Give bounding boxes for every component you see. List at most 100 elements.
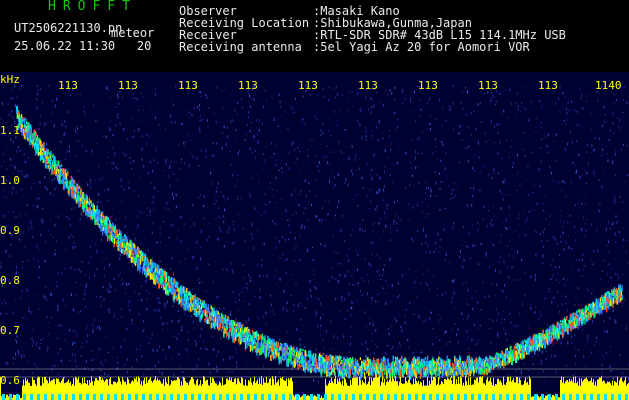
- noise-speckle: [35, 342, 37, 346]
- noise-speckle: [336, 120, 338, 122]
- noise-speckle: [180, 240, 182, 243]
- noise-speckle: [409, 162, 411, 164]
- noise-speckle: [389, 130, 390, 132]
- noise-speckle: [163, 220, 164, 223]
- noise-speckle: [571, 149, 573, 151]
- noise-speckle: [36, 244, 38, 248]
- noise-speckle: [36, 98, 38, 101]
- noise-speckle: [395, 111, 397, 114]
- trail-pixel: [149, 272, 151, 280]
- noise-speckle: [149, 209, 151, 213]
- noise-speckle: [370, 174, 372, 177]
- trail-pixel: [343, 356, 345, 363]
- noise-speckle: [146, 215, 148, 217]
- noise-speckle: [442, 138, 444, 140]
- noise-speckle: [433, 250, 435, 253]
- noise-speckle: [566, 108, 567, 111]
- noise-speckle: [89, 245, 91, 248]
- noise-speckle: [210, 183, 212, 185]
- noise-speckle: [420, 282, 422, 284]
- noise-speckle: [397, 217, 399, 219]
- noise-speckle: [584, 222, 586, 225]
- noise-speckle: [115, 166, 117, 170]
- noise-speckle: [508, 276, 510, 279]
- noise-speckle: [183, 145, 185, 148]
- noise-speckle: [491, 224, 493, 227]
- noise-speckle: [467, 303, 468, 305]
- noise-speckle: [36, 106, 38, 110]
- noise-speckle: [461, 139, 463, 141]
- noise-speckle: [414, 120, 416, 123]
- noise-speckle: [576, 258, 578, 261]
- noise-speckle: [240, 197, 242, 200]
- noise-speckle: [514, 102, 516, 105]
- noise-speckle: [474, 244, 476, 247]
- noise-speckle: [427, 244, 429, 248]
- noise-speckle: [289, 104, 291, 108]
- noise-speckle: [15, 339, 17, 341]
- noise-speckle: [10, 164, 12, 166]
- noise-speckle: [580, 124, 582, 126]
- noise-speckle: [382, 103, 384, 107]
- noise-speckle: [174, 161, 176, 163]
- trail-pixel: [30, 135, 32, 143]
- noise-speckle: [174, 85, 176, 88]
- noise-speckle: [80, 126, 82, 129]
- noise-speckle: [183, 141, 185, 145]
- noise-speckle: [385, 89, 387, 91]
- noise-speckle: [476, 290, 477, 292]
- noise-speckle: [166, 322, 168, 324]
- noise-speckle: [132, 264, 134, 267]
- trail-pixel: [340, 365, 342, 371]
- noise-speckle: [175, 193, 177, 197]
- noise-speckle: [372, 321, 374, 324]
- noise-speckle: [31, 345, 33, 347]
- noise-speckle: [535, 131, 537, 133]
- noise-speckle: [302, 95, 304, 98]
- noise-speckle: [181, 122, 183, 126]
- noise-speckle: [365, 96, 367, 99]
- noise-speckle: [24, 246, 26, 248]
- noise-speckle: [590, 351, 592, 354]
- noise-speckle: [352, 229, 354, 231]
- noise-speckle: [295, 199, 297, 201]
- noise-speckle: [14, 148, 15, 150]
- noise-speckle: [132, 233, 134, 236]
- trail-pixel: [298, 364, 301, 368]
- noise-speckle: [80, 261, 82, 263]
- noise-speckle: [65, 248, 67, 251]
- noise-speckle: [21, 173, 23, 176]
- noise-speckle: [491, 219, 493, 222]
- noise-speckle: [370, 352, 371, 355]
- noise-speckle: [417, 229, 419, 232]
- noise-speckle: [386, 207, 388, 210]
- trail-pixel: [91, 215, 93, 220]
- noise-speckle: [449, 261, 451, 263]
- noise-speckle: [401, 102, 403, 105]
- noise-speckle: [189, 139, 191, 141]
- noise-speckle: [125, 154, 127, 157]
- noise-speckle: [528, 276, 530, 278]
- trail-pixel: [221, 312, 223, 319]
- noise-speckle: [276, 327, 278, 329]
- noise-speckle: [368, 108, 370, 111]
- noise-speckle: [608, 251, 610, 253]
- noise-speckle: [252, 260, 254, 262]
- noise-speckle: [30, 311, 32, 314]
- noise-speckle: [248, 111, 250, 114]
- noise-speckle: [359, 107, 361, 110]
- noise-speckle: [196, 157, 198, 160]
- noise-speckle: [623, 238, 625, 242]
- noise-speckle: [47, 333, 49, 337]
- trail-pixel: [336, 355, 338, 359]
- noise-speckle: [466, 203, 468, 207]
- noise-speckle: [248, 318, 250, 321]
- noise-speckle: [453, 291, 455, 295]
- noise-speckle: [329, 210, 331, 212]
- noise-speckle: [408, 267, 410, 271]
- noise-speckle: [337, 336, 338, 339]
- noise-speckle: [546, 239, 548, 242]
- trail-pixel: [88, 197, 91, 200]
- noise-speckle: [452, 196, 454, 199]
- noise-speckle: [394, 86, 396, 89]
